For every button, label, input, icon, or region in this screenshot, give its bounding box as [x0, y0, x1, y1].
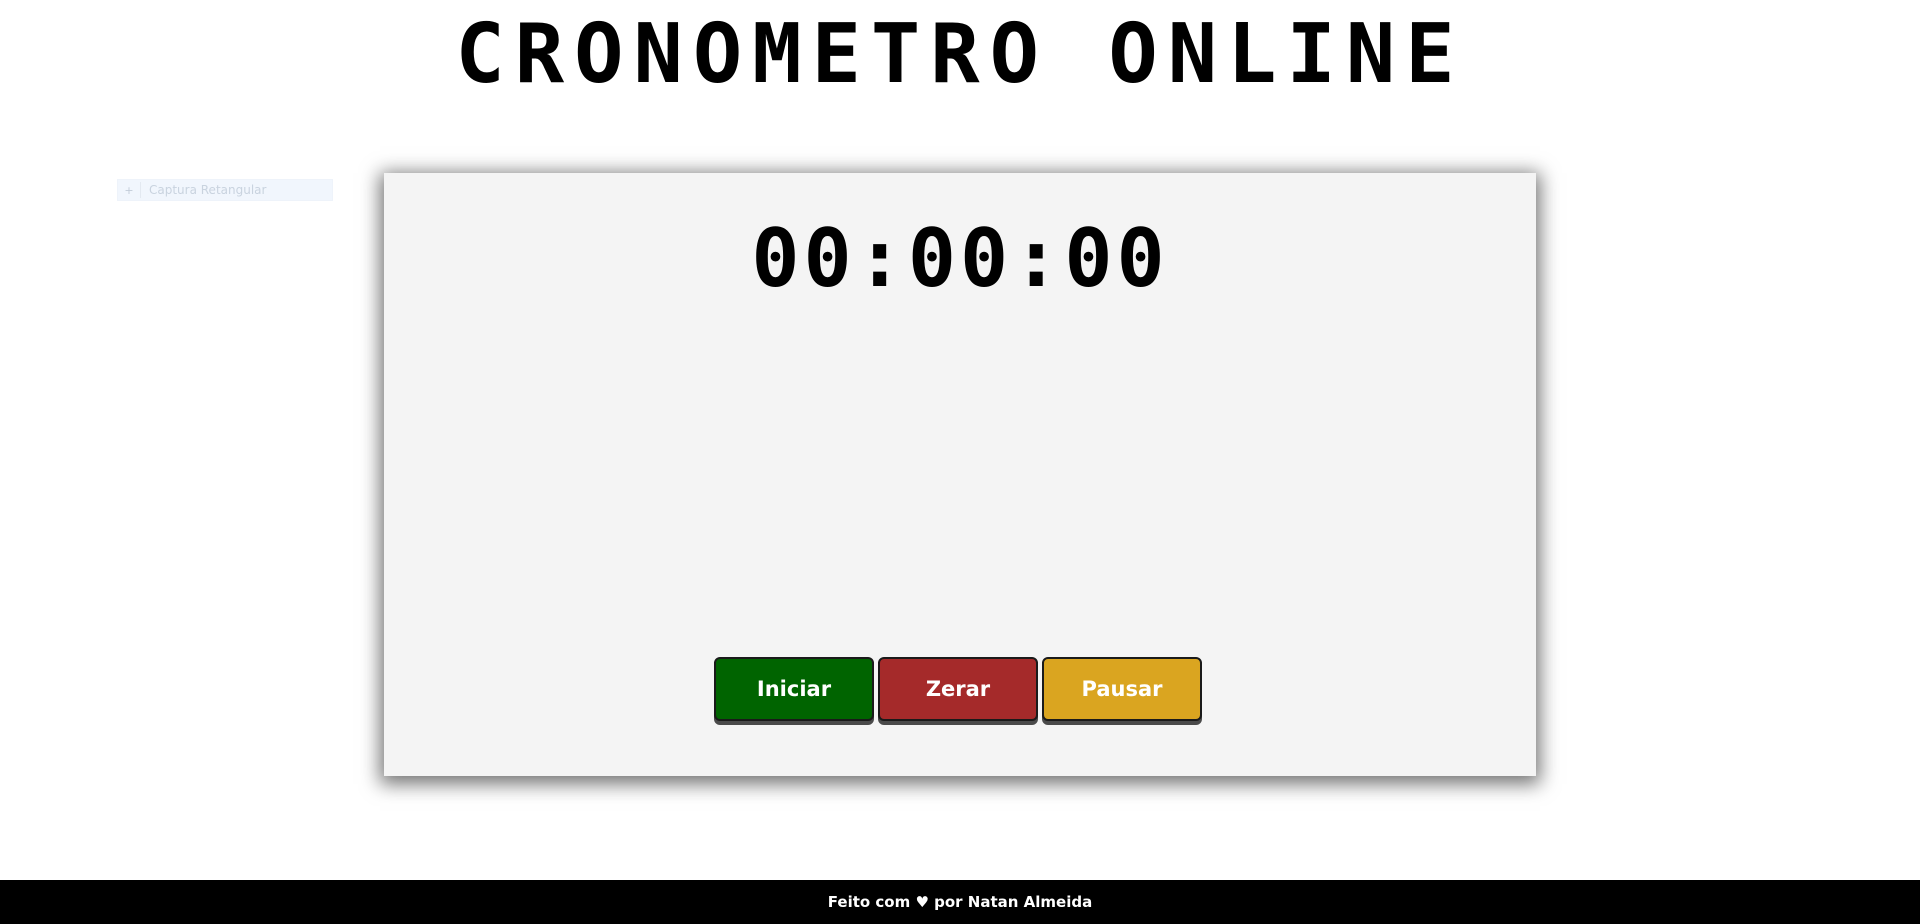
pause-button[interactable]: Pausar [1042, 657, 1202, 721]
footer: Feito com ♥ por Natan Almeida [0, 880, 1920, 924]
divider [140, 182, 141, 198]
start-button[interactable]: Iniciar [714, 657, 874, 721]
page: CRONOMETRO ONLINE + Captura Retangular 0… [0, 0, 1920, 924]
capture-overlay[interactable]: + Captura Retangular [117, 179, 333, 201]
stopwatch-panel: 00:00:00 Iniciar Zerar Pausar [384, 173, 1536, 776]
control-buttons: Iniciar Zerar Pausar [714, 657, 1202, 721]
plus-icon: + [124, 183, 134, 197]
reset-button[interactable]: Zerar [878, 657, 1038, 721]
capture-label: Captura Retangular [149, 183, 267, 197]
timer-display: 00:00:00 [751, 212, 1169, 305]
page-title: CRONOMETRO ONLINE [455, 7, 1465, 102]
footer-text: Feito com ♥ por Natan Almeida [827, 893, 1093, 911]
